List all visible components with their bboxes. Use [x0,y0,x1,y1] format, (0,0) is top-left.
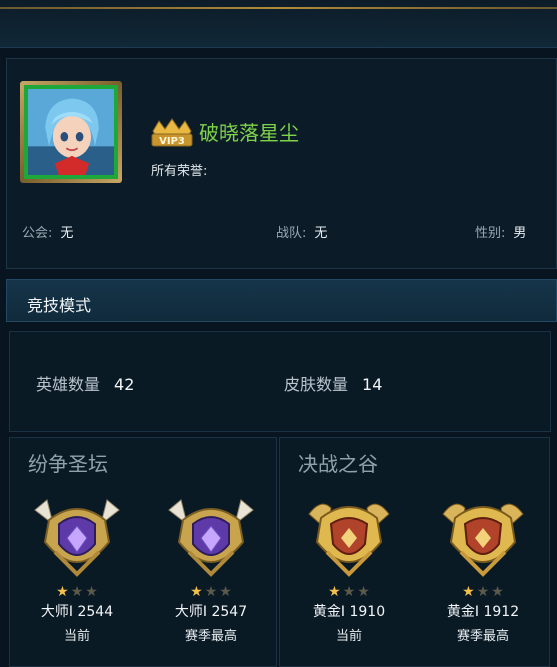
section-header-competitive: 竞技模式 [6,279,557,322]
hero-count-value: 42 [114,375,135,394]
star-empty-icon: ★ [357,584,370,600]
rank-season-best[interactable]: ★ ★ ★ 黄金Ⅰ 1912 赛季最高 [423,490,543,644]
star-empty-icon: ★ [476,584,490,600]
star-empty-icon: ★ [204,584,218,600]
collection-counts: 英雄数量 42 皮肤数量 14 [9,331,551,432]
rank-current[interactable]: ★ ★ ★ 黄金Ⅰ 1910 当前 [289,490,409,644]
star-filled-icon: ★ [328,584,341,600]
star-empty-icon: ★ [70,584,84,600]
rank-stars: ★ ★ ★ [423,581,543,600]
gold-rank-badge-icon [442,503,524,577]
top-bar [0,0,557,48]
rank-season-best[interactable]: ★ ★ ★ 大师Ⅰ 2547 赛季最高 [151,490,271,644]
star-empty-icon: ★ [219,584,232,600]
master-rank-badge-icon [34,499,120,577]
star-filled-icon: ★ [190,584,203,600]
rank-stars: ★ ★ ★ [151,581,271,600]
skin-count-value: 14 [362,375,383,394]
avatar[interactable] [20,81,122,183]
skin-count-label: 皮肤数量 [284,375,349,394]
mode-title: 决战之谷 [298,452,378,476]
vip-level-text: VIP3 [159,136,185,147]
section-title: 竞技模式 [27,296,92,315]
mode-panel-valley: 决战之谷 ★ ★ ★ 黄金Ⅰ 1910 当前 ★ ★ ★ 黄金Ⅰ 1912 赛季最 [279,437,550,667]
gender-label: 性别: [475,226,506,241]
star-filled-icon: ★ [462,584,475,600]
honor-label: 所有荣誉: [151,164,208,179]
rank-current[interactable]: ★ ★ ★ 大师Ⅰ 2544 当前 [17,490,137,644]
rank-stars: ★ ★ ★ [17,581,137,600]
profile-card: VIP3 破晓落星尘 所有荣誉: 公会: 无 战队: 无 性别: 男 [6,58,557,269]
master-rank-badge-icon [168,499,254,577]
team-value: 无 [314,226,328,241]
player-name: 破晓落星尘 [199,121,299,145]
skin-count: 皮肤数量 14 [284,371,382,395]
gender-info: 性别: 男 [475,222,526,241]
rank-label: 当前 [335,629,362,644]
rank-score: 大师Ⅰ 2544 [40,604,114,620]
star-empty-icon: ★ [342,584,356,600]
rank-score: 黄金Ⅰ 1912 [446,604,520,620]
mode-panel-arena: 纷争圣坛 ★ ★ ★ 大师Ⅰ 2544 当前 ★ ★ ★ 大师Ⅰ 2547 赛季最 [9,437,277,667]
gold-rank-badge-icon [308,503,390,577]
hero-count: 英雄数量 42 [36,371,134,395]
mode-title: 纷争圣坛 [28,452,108,476]
guild-label: 公会: [22,226,53,241]
vip-crown-icon: VIP3 [151,118,193,147]
rank-score: 黄金Ⅰ 1910 [312,604,386,620]
star-filled-icon: ★ [56,584,69,600]
rank-label: 赛季最高 [456,629,509,644]
rank-score: 大师Ⅰ 2547 [174,604,248,620]
team-label: 战队: [276,226,307,241]
hero-count-label: 英雄数量 [36,375,101,394]
rank-stars: ★ ★ ★ [289,581,409,600]
team-info: 战队: 无 [276,222,327,241]
gender-value: 男 [513,226,527,241]
guild-value: 无 [60,226,74,241]
rank-label: 当前 [63,629,90,644]
rank-label: 赛季最高 [184,629,237,644]
guild-info: 公会: 无 [22,222,73,241]
star-empty-icon: ★ [491,584,504,600]
avatar-portrait-image [28,89,114,175]
star-empty-icon: ★ [85,584,98,600]
